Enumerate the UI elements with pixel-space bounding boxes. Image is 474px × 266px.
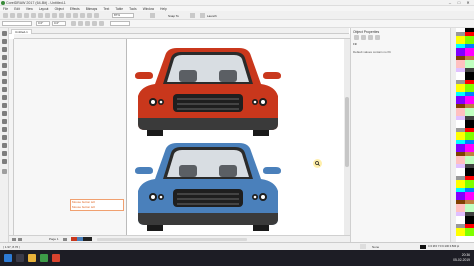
palette-swatch[interactable] — [456, 232, 465, 236]
annotation-line-2: Mouse button left — [72, 205, 96, 209]
transparency-tab-icon[interactable] — [368, 35, 373, 40]
open-icon[interactable] — [10, 13, 15, 18]
app-logo-icon — [1, 1, 5, 5]
snap-to-dropdown[interactable]: Snap To — [168, 14, 179, 18]
new-document-icon[interactable] — [3, 13, 8, 18]
zoom-cursor-icon — [313, 159, 322, 168]
first-page-icon[interactable] — [12, 238, 16, 241]
search-icon[interactable] — [66, 13, 71, 18]
parallel-dimension-icon[interactable] — [2, 111, 7, 116]
options-gear-icon[interactable] — [190, 13, 195, 18]
all-pages-icon[interactable] — [85, 21, 90, 26]
drawing-page[interactable] — [126, 39, 346, 235]
status-bar: ( 1.97, 8.76 ) None C:0 M:0 Y:0 K:100 0.… — [0, 242, 474, 250]
docker-message: Default values contain no fill. — [353, 50, 392, 54]
paste-icon[interactable] — [45, 13, 50, 18]
copy-icon[interactable] — [38, 13, 43, 18]
page-size-dropdown[interactable] — [2, 21, 32, 26]
outline-status: C:0 M:0 Y:0 K:100 0.500 pt — [428, 245, 460, 248]
color-palette — [456, 28, 474, 242]
print-icon[interactable] — [24, 13, 29, 18]
windows-taskbar: 20:36 05-02-2019 — [0, 250, 474, 266]
crop-tool-icon[interactable] — [2, 47, 7, 52]
file-explorer-icon[interactable] — [28, 254, 36, 262]
eyedropper-icon[interactable] — [2, 143, 7, 148]
palette-swatch[interactable] — [465, 232, 474, 236]
shape-tool-icon[interactable] — [2, 39, 7, 44]
vertical-scroll-thumb[interactable] — [345, 97, 349, 167]
outline-tab-icon[interactable] — [361, 35, 366, 40]
drop-shadow-icon[interactable] — [2, 127, 7, 132]
nudge-distance-field[interactable] — [110, 21, 130, 26]
smart-fill-icon[interactable] — [2, 159, 7, 164]
show-rulers-icon[interactable] — [150, 13, 155, 18]
transparency-tool-icon[interactable] — [2, 135, 7, 140]
mouse-click-annotation: Mouse button left Mouse button left — [70, 199, 124, 211]
fill-tab-icon[interactable] — [354, 35, 359, 40]
undo-icon[interactable] — [52, 13, 57, 18]
publish-pdf-icon[interactable] — [87, 13, 92, 18]
landscape-icon[interactable] — [78, 21, 83, 26]
page-label[interactable]: Page 1 — [49, 237, 59, 241]
import-icon[interactable] — [73, 13, 78, 18]
next-page-icon[interactable] — [63, 238, 67, 241]
launch-icon[interactable] — [200, 13, 205, 18]
coreldraw-taskbar-icon[interactable] — [40, 254, 48, 262]
blue-car-illustration[interactable] — [133, 139, 283, 231]
units-icon[interactable] — [99, 21, 104, 26]
search-icon[interactable] — [16, 254, 24, 262]
artistic-media-icon[interactable] — [2, 71, 7, 76]
zoom-tool-icon[interactable] — [2, 55, 7, 60]
freehand-tool-icon[interactable] — [2, 63, 7, 68]
polygon-tool-icon[interactable] — [2, 95, 7, 100]
interactive-fill-icon[interactable] — [2, 151, 7, 156]
zoom-level-field[interactable]: 87% — [112, 13, 134, 18]
launch-button[interactable]: Launch — [207, 14, 217, 18]
portrait-icon[interactable] — [71, 21, 76, 26]
toolbox — [0, 28, 9, 242]
summary-tab-icon[interactable] — [375, 35, 380, 40]
taskbar-clock[interactable]: 20:36 05-02-2019 — [442, 253, 470, 263]
drawing-canvas[interactable] — [14, 39, 348, 235]
browser-taskbar-icon[interactable] — [52, 254, 60, 262]
doc-swatch[interactable] — [83, 237, 92, 241]
fill-indicator-icon — [360, 244, 366, 249]
page-width-field[interactable]: 0.0" — [36, 21, 50, 26]
windows-start-icon[interactable] — [4, 254, 12, 262]
docker-title: Object Properties — [353, 30, 380, 34]
cursor-coordinates: ( 1.97, 8.76 ) — [3, 245, 21, 249]
add-tool-icon[interactable] — [2, 169, 7, 174]
text-tool-icon[interactable] — [2, 103, 7, 108]
rectangle-tool-icon[interactable] — [2, 79, 7, 84]
ellipse-tool-icon[interactable] — [2, 87, 7, 92]
fill-status: None — [372, 245, 380, 249]
export-icon[interactable] — [80, 13, 85, 18]
clock-date: 05-02-2019 — [453, 258, 470, 262]
property-bar: 0.0" 0.0" — [0, 20, 474, 28]
cut-icon[interactable] — [31, 13, 36, 18]
current-page-icon[interactable] — [92, 21, 97, 26]
full-screen-icon[interactable] — [94, 13, 99, 18]
pick-tool-icon[interactable] — [2, 31, 7, 36]
fill-section-label: Fill — [353, 42, 357, 46]
window-title: CorelDRAW 2017 (64-Bit) - Untitled-1 — [6, 1, 66, 5]
docker-tabs — [353, 35, 449, 40]
page-height-field[interactable]: 0.0" — [52, 21, 66, 26]
red-car-illustration[interactable] — [133, 44, 283, 136]
save-icon[interactable] — [17, 13, 22, 18]
outline-indicator-icon — [420, 245, 426, 249]
prev-page-icon[interactable] — [18, 238, 22, 241]
connector-tool-icon[interactable] — [2, 119, 7, 124]
object-properties-docker: Object Properties Fill Default values co… — [350, 28, 450, 242]
horizontal-scrollbar[interactable] — [97, 238, 247, 241]
page-navigator-bar: Page 1 — [9, 235, 350, 242]
redo-icon[interactable] — [59, 13, 64, 18]
